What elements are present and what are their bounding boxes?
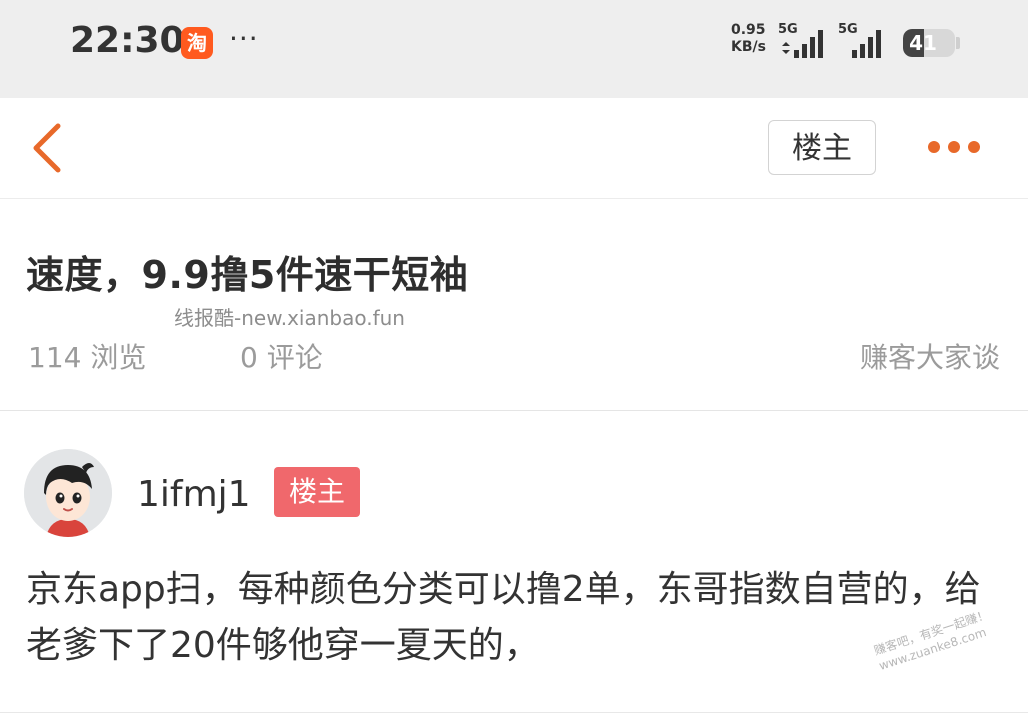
status-bar: 22:30 淘 ··· 0.95 KB/s 5G 5G 41 [0,0,1028,98]
battery-icon: 41 [903,29,955,57]
chevron-left-icon [33,123,61,173]
more-notifications-icon: ··· [229,22,259,55]
taobao-notification-icon: 淘 [181,27,213,59]
sim1-signal-icon: 5G [778,22,832,62]
bottom-divider [0,712,1028,713]
network-speed-value: 0.95 [731,22,766,38]
back-button[interactable] [28,122,68,174]
forum-category-link[interactable]: 赚客大家谈 [860,336,1000,376]
avatar[interactable] [24,449,112,537]
section-divider [0,410,1028,411]
owner-badge: 楼主 [274,467,360,517]
more-dots-icon [928,141,980,153]
post-title: 速度，9.9撸5件速干短袖 [26,253,469,297]
cartoon-boy-avatar-icon [24,449,112,537]
network-speed: 0.95 KB/s [731,22,766,56]
nav-bar: 楼主 [0,98,1028,199]
view-count: 114 浏览 [28,341,147,374]
author-username[interactable]: 1ifmj1 [137,474,251,515]
only-owner-button[interactable]: 楼主 [768,120,876,175]
battery-level: 41 [909,31,937,55]
comment-count[interactable]: 0 评论 [240,336,323,376]
network-speed-unit: KB/s [731,39,766,55]
sim2-signal-icon: 5G [838,22,892,62]
more-options-button[interactable] [926,136,982,158]
status-time: 22:30 [70,20,185,61]
source-watermark: 线报酷-new.xianbao.fun [174,306,405,330]
battery-tip [956,37,960,49]
post-body: 京东app扫，每种颜色分类可以撸2单，东哥指数自营的，给老爹下了20件够他穿一夏… [26,569,981,666]
